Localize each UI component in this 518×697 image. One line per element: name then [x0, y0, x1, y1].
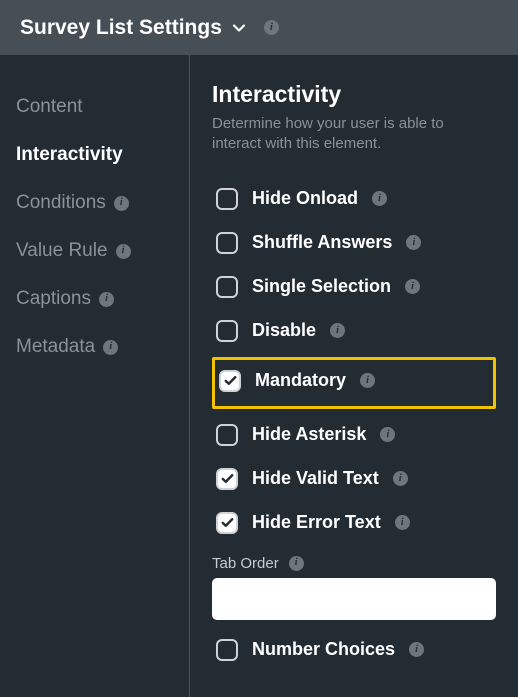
option-label: Hide Onload — [252, 188, 358, 209]
checkbox-single-selection[interactable] — [216, 276, 238, 298]
chevron-down-icon — [232, 21, 246, 35]
option-label: Disable — [252, 320, 316, 341]
sidebar-item-captions[interactable]: Captions — [16, 275, 189, 323]
option-label: Shuffle Answers — [252, 232, 392, 253]
sidebar-item-label: Content — [16, 96, 83, 118]
info-icon[interactable] — [116, 244, 131, 259]
interactivity-panel: Interactivity Determine how your user is… — [190, 55, 518, 697]
info-icon[interactable] — [405, 279, 420, 294]
checkbox-shuffle-answers[interactable] — [216, 232, 238, 254]
option-label: Hide Valid Text — [252, 468, 379, 489]
panel-description: Determine how your user is able to inter… — [212, 114, 496, 155]
info-icon[interactable] — [99, 292, 114, 307]
settings-title-text: Survey List Settings — [20, 16, 222, 40]
info-icon[interactable] — [393, 471, 408, 486]
option-hide-valid-text: Hide Valid Text — [212, 457, 496, 501]
info-icon[interactable] — [406, 235, 421, 250]
checkbox-hide-asterisk[interactable] — [216, 424, 238, 446]
option-label: Number Choices — [252, 639, 395, 660]
settings-sidebar: Content Interactivity Conditions Value R… — [0, 55, 190, 697]
tab-order-field: Tab Order — [212, 555, 496, 620]
info-icon[interactable] — [264, 20, 279, 35]
sidebar-item-label: Conditions — [16, 192, 106, 214]
option-hide-asterisk: Hide Asterisk — [212, 413, 496, 457]
option-hide-onload: Hide Onload — [212, 177, 496, 221]
sidebar-item-conditions[interactable]: Conditions — [16, 179, 189, 227]
option-disable: Disable — [212, 309, 496, 353]
option-shuffle-answers: Shuffle Answers — [212, 221, 496, 265]
settings-header: Survey List Settings — [0, 0, 518, 55]
sidebar-item-label: Metadata — [16, 336, 95, 358]
checkbox-mandatory[interactable] — [219, 370, 241, 392]
tab-order-input[interactable] — [212, 578, 496, 620]
sidebar-item-metadata[interactable]: Metadata — [16, 323, 189, 371]
panel-title: Interactivity — [212, 81, 496, 108]
checkbox-disable[interactable] — [216, 320, 238, 342]
sidebar-item-interactivity[interactable]: Interactivity — [16, 131, 189, 179]
checkbox-hide-error-text[interactable] — [216, 512, 238, 534]
option-label: Hide Asterisk — [252, 424, 366, 445]
settings-body: Content Interactivity Conditions Value R… — [0, 55, 518, 697]
option-mandatory-highlight: Mandatory — [212, 357, 496, 409]
checkbox-hide-valid-text[interactable] — [216, 468, 238, 490]
info-icon[interactable] — [360, 373, 375, 388]
info-icon[interactable] — [372, 191, 387, 206]
checkbox-number-choices[interactable] — [216, 639, 238, 661]
option-hide-error-text: Hide Error Text — [212, 501, 496, 545]
sidebar-item-label: Interactivity — [16, 144, 123, 166]
sidebar-item-label: Value Rule — [16, 240, 108, 262]
info-icon[interactable] — [380, 427, 395, 442]
info-icon[interactable] — [114, 196, 129, 211]
sidebar-item-label: Captions — [16, 288, 91, 310]
option-single-selection: Single Selection — [212, 265, 496, 309]
info-icon[interactable] — [330, 323, 345, 338]
info-icon[interactable] — [395, 515, 410, 530]
info-icon[interactable] — [409, 642, 424, 657]
sidebar-item-value-rule[interactable]: Value Rule — [16, 227, 189, 275]
option-label: Mandatory — [255, 370, 346, 391]
checkbox-hide-onload[interactable] — [216, 188, 238, 210]
option-label: Single Selection — [252, 276, 391, 297]
tab-order-label: Tab Order — [212, 555, 279, 572]
info-icon[interactable] — [103, 340, 118, 355]
option-label: Hide Error Text — [252, 512, 381, 533]
settings-title-dropdown[interactable]: Survey List Settings — [20, 16, 246, 40]
sidebar-item-content[interactable]: Content — [16, 83, 189, 131]
option-number-choices: Number Choices — [212, 628, 496, 672]
info-icon[interactable] — [289, 556, 304, 571]
